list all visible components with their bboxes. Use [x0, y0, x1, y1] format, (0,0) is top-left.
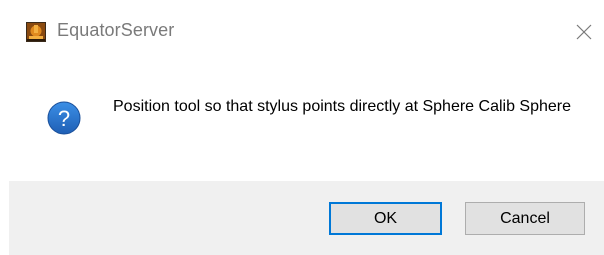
ok-button[interactable]: OK — [329, 202, 442, 235]
dialog-content: ? Position tool so that stylus points di… — [9, 62, 604, 181]
background-window-edge — [0, 0, 9, 255]
equator-app-icon — [26, 22, 46, 42]
cancel-button[interactable]: Cancel — [465, 202, 585, 235]
title-bar[interactable]: EquatorServer — [9, 0, 604, 62]
dialog-message: Position tool so that stylus points dire… — [113, 98, 572, 115]
button-bar: OK Cancel — [9, 181, 604, 255]
close-icon[interactable] — [569, 17, 599, 47]
svg-text:?: ? — [58, 106, 70, 131]
message-dialog: EquatorServer ? Position tool so that st… — [9, 0, 604, 255]
question-icon: ? — [47, 101, 81, 135]
window-title: EquatorServer — [57, 20, 175, 40]
